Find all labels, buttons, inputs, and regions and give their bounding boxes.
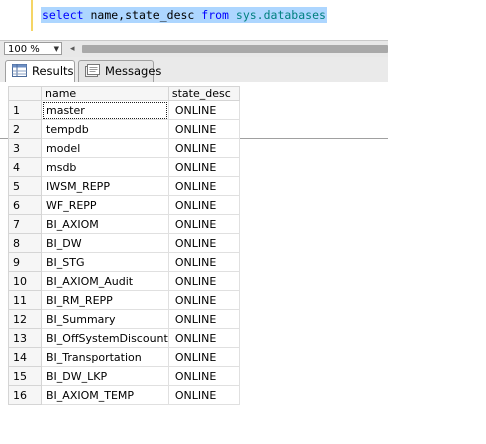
state-desc-cell[interactable]: ONLINE [167, 328, 240, 348]
table-row[interactable]: 9 BI_STG ONLINE [8, 252, 240, 272]
zoom-dropdown[interactable]: 100 % ▼ [4, 42, 62, 55]
state-desc-cell[interactable]: ONLINE [167, 214, 240, 234]
table-row[interactable]: 3 model ONLINE [8, 138, 240, 158]
name-cell[interactable]: BI_DW [41, 233, 169, 253]
table-row[interactable]: 4 msdb ONLINE [8, 157, 240, 177]
state-desc-cell[interactable]: ONLINE [167, 157, 240, 177]
name-cell[interactable]: msdb [41, 157, 169, 177]
row-number-cell[interactable]: 16 [8, 385, 42, 405]
column-header-name[interactable]: name [41, 86, 169, 101]
table-row[interactable]: 7 BI_AXIOM ONLINE [8, 214, 240, 234]
results-grid[interactable]: name state_desc 1 master ONLINE 2 tempdb ONLI… [8, 86, 240, 405]
query-token: from [194, 8, 236, 22]
grid-icon [12, 64, 27, 77]
column-header-state-desc[interactable]: state_desc [167, 86, 240, 101]
row-number-cell[interactable]: 1 [8, 100, 42, 120]
scroll-left-icon[interactable]: ◂ [70, 43, 75, 55]
state-desc-cell[interactable]: ONLINE [167, 138, 240, 158]
name-cell[interactable]: tempdb [41, 119, 169, 139]
state-desc-cell[interactable]: ONLINE [167, 290, 240, 310]
chevron-down-icon[interactable]: ▼ [54, 43, 59, 56]
row-number-header[interactable] [8, 86, 42, 101]
query-editor[interactable]: select name,state_desc from sys.database… [0, 0, 388, 40]
query-token: select [42, 8, 84, 22]
name-cell[interactable]: master [41, 100, 169, 120]
state-desc-cell[interactable]: ONLINE [167, 233, 240, 253]
row-number-cell[interactable]: 8 [8, 233, 42, 253]
state-desc-cell[interactable]: ONLINE [167, 119, 240, 139]
name-cell[interactable]: IWSM_REPP [41, 176, 169, 196]
tab-results[interactable]: Results [5, 60, 75, 82]
name-cell[interactable]: BI_AXIOM [41, 214, 169, 234]
state-desc-cell[interactable]: ONLINE [167, 309, 240, 329]
grid-header-row: name state_desc [8, 86, 240, 101]
row-number-cell[interactable]: 2 [8, 119, 42, 139]
tab-messages-label: Messages [105, 64, 162, 78]
name-cell[interactable]: BI_AXIOM_Audit [41, 271, 169, 291]
editor-status-strip: 100 % ▼ ◂ [0, 40, 388, 57]
row-number-cell[interactable]: 4 [8, 157, 42, 177]
state-desc-cell[interactable]: ONLINE [167, 366, 240, 386]
query-token: state_desc [125, 8, 195, 22]
table-row[interactable]: 14 BI_Transportation ONLINE [8, 347, 240, 367]
state-desc-cell[interactable]: ONLINE [167, 271, 240, 291]
row-number-cell[interactable]: 6 [8, 195, 42, 215]
table-row[interactable]: 15 BI_DW_LKP ONLINE [8, 366, 240, 386]
row-number-cell[interactable]: 12 [8, 309, 42, 329]
row-number-cell[interactable]: 13 [8, 328, 42, 348]
changed-line-marker [31, 0, 33, 31]
name-cell[interactable]: BI_Transportation [41, 347, 169, 367]
table-row[interactable]: 16 BI_AXIOM_TEMP ONLINE [8, 385, 240, 405]
messages-icon [85, 64, 100, 77]
row-number-cell[interactable]: 14 [8, 347, 42, 367]
state-desc-cell[interactable]: ONLINE [167, 347, 240, 367]
query-token: name [83, 8, 119, 22]
results-tab-strip: Results Messages [0, 57, 388, 139]
zoom-value: 100 % [8, 44, 40, 55]
table-row[interactable]: 1 master ONLINE [8, 100, 240, 120]
name-cell[interactable]: BI_STG [41, 252, 169, 272]
name-cell[interactable]: model [41, 138, 169, 158]
state-desc-cell[interactable]: ONLINE [167, 176, 240, 196]
row-number-cell[interactable]: 9 [8, 252, 42, 272]
row-number-cell[interactable]: 3 [8, 138, 42, 158]
table-row[interactable]: 12 BI_Summary ONLINE [8, 309, 240, 329]
table-row[interactable]: 13 BI_OffSystemDiscount ONLINE [8, 328, 240, 348]
name-cell[interactable]: WF_REPP [41, 195, 169, 215]
row-number-cell[interactable]: 10 [8, 271, 42, 291]
horizontal-scrollbar-thumb[interactable] [82, 45, 388, 53]
table-row[interactable]: 5 IWSM_REPP ONLINE [8, 176, 240, 196]
row-number-cell[interactable]: 5 [8, 176, 42, 196]
state-desc-cell[interactable]: ONLINE [167, 195, 240, 215]
row-number-cell[interactable]: 11 [8, 290, 42, 310]
query-text[interactable]: select name,state_desc from sys.database… [41, 7, 327, 23]
name-cell[interactable]: BI_AXIOM_TEMP [41, 385, 169, 405]
name-cell[interactable]: BI_RM_REPP [41, 290, 169, 310]
table-row[interactable]: 10 BI_AXIOM_Audit ONLINE [8, 271, 240, 291]
state-desc-cell[interactable]: ONLINE [167, 385, 240, 405]
tab-messages[interactable]: Messages [78, 60, 161, 82]
state-desc-cell[interactable]: ONLINE [167, 100, 240, 120]
query-token: sys.databases [235, 8, 326, 22]
name-cell[interactable]: BI_DW_LKP [41, 366, 169, 386]
table-row[interactable]: 2 tempdb ONLINE [8, 119, 240, 139]
state-desc-cell[interactable]: ONLINE [167, 252, 240, 272]
table-row[interactable]: 8 BI_DW ONLINE [8, 233, 240, 253]
name-cell[interactable]: BI_Summary [41, 309, 169, 329]
tab-results-label: Results [32, 64, 74, 78]
table-row[interactable]: 11 BI_RM_REPP ONLINE [8, 290, 240, 310]
table-row[interactable]: 6 WF_REPP ONLINE [8, 195, 240, 215]
row-number-cell[interactable]: 7 [8, 214, 42, 234]
row-number-cell[interactable]: 15 [8, 366, 42, 386]
name-cell[interactable]: BI_OffSystemDiscount [41, 328, 169, 348]
